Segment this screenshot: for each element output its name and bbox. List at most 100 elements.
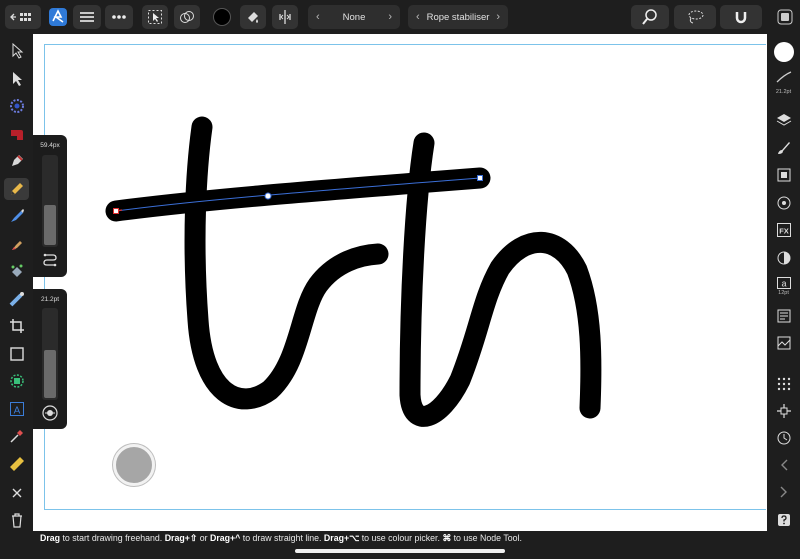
tool-fill[interactable] [4,233,29,255]
chevron-left-icon[interactable]: ‹ [316,11,320,23]
brush-settings-button[interactable] [240,5,266,29]
colour-circle-icon [773,42,794,62]
top-toolbar: ‹ None › ‹ Rope stabiliser › [0,0,800,34]
svg-text:A: A [13,406,20,417]
text-size-label: 12pt [778,290,789,296]
undo-button[interactable] [771,454,796,476]
tool-pen[interactable] [4,150,29,172]
start-node-handle[interactable] [113,208,119,214]
fullscreen-button[interactable] [772,5,798,29]
pressure-curve-icon [43,253,57,267]
tool-pencil[interactable] [4,178,29,200]
tool-artistic-text[interactable]: A [4,398,29,420]
transform-icon [777,168,790,182]
styles-icon [777,336,790,350]
tool-transparency[interactable] [4,260,29,282]
snapping-button[interactable] [174,5,200,29]
fill-tool-icon [11,241,22,250]
help-button[interactable] [771,509,796,531]
end-node-handle[interactable] [477,175,483,181]
tool-contour[interactable] [4,95,29,117]
home-indicator[interactable] [295,549,505,553]
navigator-studio-button[interactable] [771,192,796,214]
redo-button[interactable] [771,481,796,503]
layers-studio-button[interactable] [771,109,796,131]
stabiliser-mode-value: Rope stabiliser [426,11,490,23]
snap-magnet-button[interactable] [720,5,762,29]
selection-toggle-button[interactable] [142,5,168,29]
lasso-icon [688,10,704,24]
node-tool-icon [12,72,22,86]
opacity-slider-panel: 21.2pt [33,289,67,429]
app-persona-button[interactable] [45,5,71,29]
grid-icon [777,377,790,391]
align-button[interactable] [272,5,298,29]
tool-vector-brush[interactable] [4,205,29,227]
zoom-button[interactable] [631,5,669,29]
back-grid-icon [10,13,31,21]
width-slider[interactable] [42,155,58,247]
tool-corner[interactable] [4,123,29,145]
rectangle-tool-icon [9,347,24,361]
chevron-left-icon [780,459,787,471]
lasso-selection-button[interactable] [674,5,716,29]
delete-button[interactable] [4,509,29,531]
tool-crop[interactable] [4,315,29,337]
place-image-icon [9,374,24,388]
stabiliser-selector[interactable]: ‹ Rope stabiliser › [408,5,508,29]
brushes-icon [777,142,790,154]
mid-node-handle[interactable] [264,192,272,200]
chevron-right-icon[interactable]: › [496,11,500,23]
crop-tool-icon [9,319,24,333]
chevron-right-icon [780,486,787,498]
stroke-t-stem[interactable] [184,116,389,410]
tool-colour-picker[interactable] [4,425,29,447]
tools-panel: A [0,34,33,531]
more-options-button[interactable] [105,5,133,29]
effects-icon: FX [776,223,791,237]
move-tool-icon [12,43,23,59]
styles-studio-button[interactable] [771,332,796,354]
tool-gradient[interactable] [4,288,29,310]
transform-studio-button[interactable] [771,164,796,186]
magnet-icon [735,12,747,24]
colour-studio-button[interactable] [771,41,796,63]
close-tool-button[interactable] [4,482,29,504]
close-icon [12,488,21,498]
stroke-studio-button[interactable] [771,66,796,88]
main-menu-button[interactable] [73,5,101,29]
colour-puck[interactable] [113,444,155,486]
chevron-left-icon[interactable]: ‹ [416,11,420,23]
tool-place-image[interactable] [4,370,29,392]
tool-move[interactable] [4,40,29,62]
text-tool-icon: A [9,402,24,417]
tool-rectangle[interactable] [4,343,29,365]
colour-swatch-button[interactable] [209,5,235,29]
paragraph-studio-button[interactable] [771,305,796,327]
chevron-right-icon[interactable]: › [388,11,392,23]
selection-icon [148,10,162,24]
corner-tool-icon [10,130,23,140]
snapping-grid-button[interactable] [771,373,796,395]
hamburger-menu-icon [80,12,94,22]
stabiliser-toggle-button[interactable] [41,404,59,422]
constraints-icon [776,404,791,418]
navigator-icon [777,196,790,210]
pen-tool-icon [11,155,23,166]
pressure-curve-button[interactable] [41,251,59,269]
stroke-mode-value: None [342,11,366,23]
tool-node[interactable] [4,68,29,90]
opacity-slider[interactable] [42,308,58,400]
stroke-mode-selector[interactable]: ‹ None › [308,5,400,29]
appearance-studio-button[interactable] [771,247,796,269]
effects-studio-button[interactable]: FX [771,219,796,241]
history-button[interactable] [771,427,796,449]
trash-icon [11,513,22,528]
colour-picker-icon [9,430,23,443]
tool-measure[interactable] [4,453,29,475]
width-slider-panel: 59.4px [33,135,67,277]
svg-text:FX: FX [779,227,789,236]
constraints-button[interactable] [771,400,796,422]
brushes-studio-button[interactable] [771,137,796,159]
back-to-gallery-button[interactable] [5,5,41,29]
